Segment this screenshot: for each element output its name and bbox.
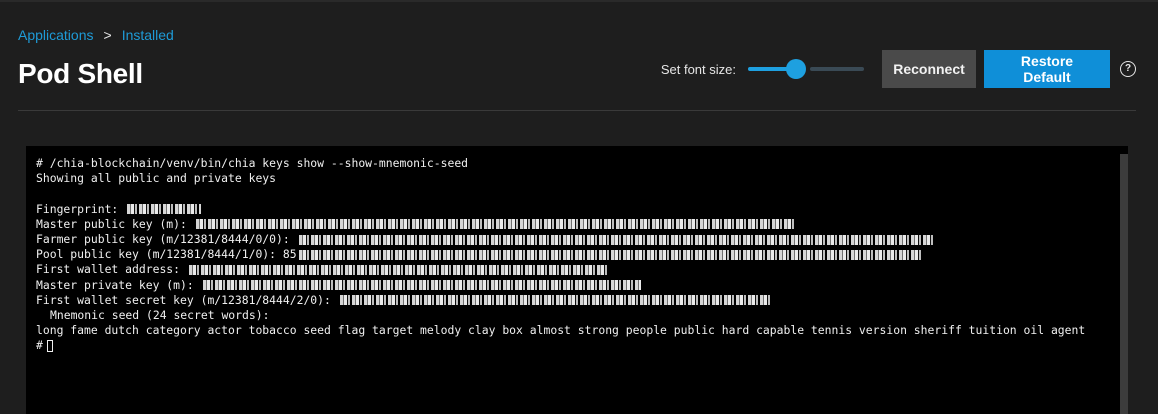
breadcrumb-installed[interactable]: Installed — [122, 27, 174, 43]
field-label: First wallet secret key (m/12381/8444/2/… — [36, 292, 338, 307]
terminal-prompt: # — [36, 338, 43, 353]
terminal-window[interactable]: # /chia-blockchain/venv/bin/chia keys sh… — [26, 146, 1128, 414]
pod-shell-page: Applications > Installed Pod Shell Set f… — [0, 0, 1158, 414]
slider-track-inactive — [810, 67, 864, 71]
field-label: Farmer public key (m/12381/8444/0/0): — [36, 231, 297, 246]
breadcrumb: Applications > Installed — [18, 27, 174, 43]
terminal-cursor — [46, 339, 53, 352]
terminal-scrollbar[interactable] — [1120, 154, 1128, 414]
restore-default-button[interactable]: Restore Default — [984, 50, 1110, 88]
field-label: First wallet address: — [36, 262, 187, 277]
field-label: Pool public key (m/12381/8444/1/0): 85 — [36, 247, 297, 262]
redacted-value — [127, 204, 202, 215]
breadcrumb-separator: > — [103, 27, 112, 43]
terminal-prompt-line: # — [36, 338, 1118, 353]
terminal-field-farmer-public-key: Farmer public key (m/12381/8444/0/0): — [36, 232, 1118, 247]
breadcrumb-applications[interactable]: Applications — [18, 27, 94, 43]
redacted-value — [298, 249, 923, 260]
redacted-value — [195, 219, 796, 230]
terminal-field-master-private-key: Master private key (m): — [36, 278, 1118, 293]
terminal-field-pool-public-key: Pool public key (m/12381/8444/1/0): 85 — [36, 247, 1118, 262]
redacted-value — [298, 234, 935, 245]
font-size-slider[interactable] — [748, 59, 864, 79]
field-label: Fingerprint: — [36, 201, 126, 216]
field-label: Master public key (m): — [36, 216, 194, 231]
terminal-command-line: # /chia-blockchain/venv/bin/chia keys sh… — [36, 156, 469, 170]
terminal-field-first-wallet-secret-key: First wallet secret key (m/12381/8444/2/… — [36, 293, 1118, 308]
terminal-mnemonic-label: Mnemonic seed (24 secret words): — [50, 307, 270, 322]
reconnect-button[interactable]: Reconnect — [882, 50, 976, 88]
page-title: Pod Shell — [18, 58, 143, 89]
slider-thumb[interactable] — [786, 59, 806, 79]
redacted-value — [202, 280, 641, 291]
redacted-value — [188, 264, 607, 275]
redacted-value — [339, 295, 770, 306]
terminal-field-master-public-key: Master public key (m): — [36, 217, 1118, 232]
header-divider — [18, 110, 1136, 111]
terminal-field-first-wallet-address: First wallet address: — [36, 262, 1118, 277]
field-label: Master private key (m): — [36, 277, 201, 292]
help-circle-icon[interactable]: ? — [1120, 61, 1136, 77]
terminal-field-fingerprint: Fingerprint: — [36, 202, 1118, 217]
terminal-mnemonic-words: long fame dutch category actor tobacco s… — [36, 323, 1086, 338]
font-size-label: Set font size: — [660, 61, 736, 77]
terminal-header-line: Showing all public and private keys — [36, 171, 277, 186]
terminal-controls: Set font size: Reconnect Restore Default… — [661, 50, 1136, 88]
